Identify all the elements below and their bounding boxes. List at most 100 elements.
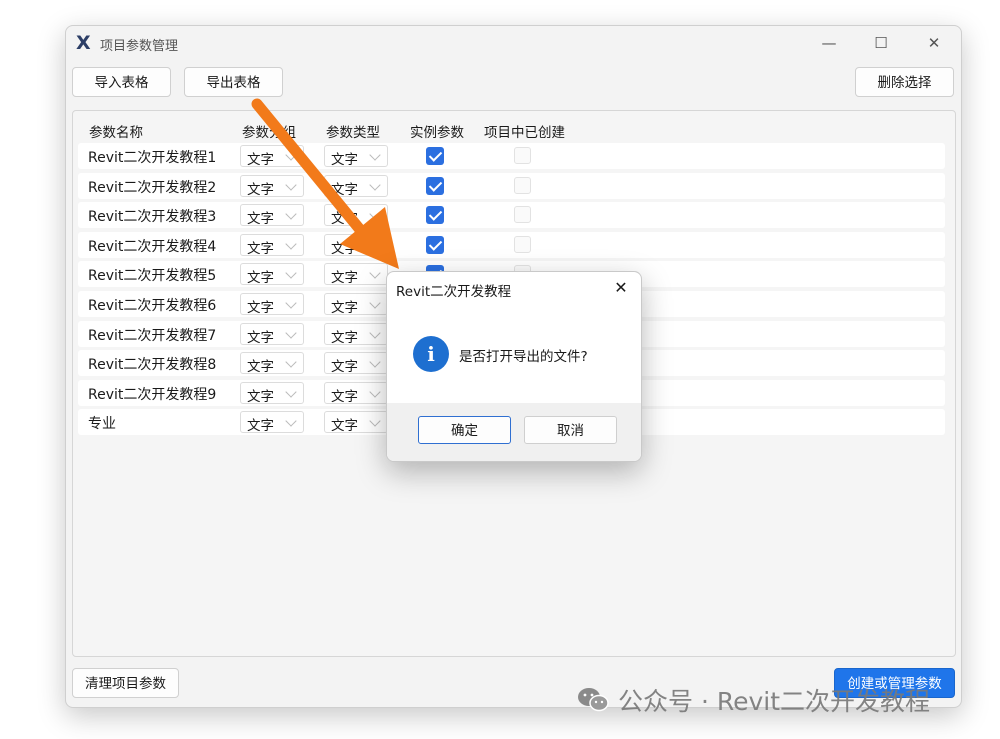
row-param-name: Revit二次开发教程9	[88, 386, 217, 403]
param-type-select[interactable]: 文字	[324, 293, 388, 316]
chevron-down-icon	[369, 267, 381, 280]
param-type-select-value: 文字	[331, 181, 358, 198]
param-type-select[interactable]: 文字	[324, 233, 388, 257]
instance-param-checkbox[interactable]	[426, 206, 444, 225]
created-in-project-checkbox	[514, 235, 531, 253]
created-in-project-checkbox	[514, 206, 531, 224]
created-in-project-checkbox	[514, 176, 531, 194]
chevron-down-icon	[369, 208, 381, 220]
param-type-select[interactable]: 文字	[324, 411, 388, 435]
maximize-icon[interactable]: ☐	[861, 30, 901, 56]
header-param-group: 参数分组	[242, 125, 296, 141]
chevron-down-icon	[285, 356, 297, 368]
param-type-select[interactable]: 文字	[324, 352, 388, 376]
chevron-down-icon	[285, 208, 297, 220]
instance-param-checkbox[interactable]	[426, 176, 444, 195]
row-param-name: Revit二次开发教程3	[88, 209, 217, 226]
row-param-name: Revit二次开发教程4	[88, 238, 217, 255]
created-in-project-checkbox	[514, 147, 531, 164]
row-param-name: Revit二次开发教程5	[88, 268, 217, 285]
app-logo-icon: X	[76, 32, 91, 54]
chevron-down-icon	[369, 326, 381, 339]
chevron-down-icon	[285, 267, 297, 280]
param-group-select[interactable]: 文字	[240, 233, 304, 257]
ok-button[interactable]: 确定	[418, 416, 511, 444]
param-group-select[interactable]: 文字	[240, 352, 304, 376]
table-row[interactable]: Revit二次开发教程2 文字 文字	[78, 172, 945, 199]
wechat-icon	[578, 688, 609, 712]
clear-project-params-button[interactable]: 清理项目参数	[72, 668, 179, 698]
instance-param-checkbox[interactable]	[426, 147, 444, 165]
table-row[interactable]: Revit二次开发教程1 文字 文字	[78, 143, 945, 169]
header-created-in-project: 项目中已创建	[484, 125, 565, 141]
chevron-down-icon	[285, 415, 297, 428]
param-group-select-value: 文字	[247, 388, 274, 405]
param-group-select[interactable]: 文字	[240, 322, 304, 346]
import-table-button[interactable]: 导入表格	[72, 67, 171, 97]
param-type-select[interactable]: 文字	[324, 263, 388, 287]
param-group-select[interactable]: 文字	[240, 204, 304, 227]
param-type-select-value: 文字	[331, 240, 358, 257]
chevron-down-icon	[369, 178, 381, 191]
chevron-down-icon	[285, 178, 297, 191]
param-type-select-value: 文字	[331, 388, 358, 405]
export-table-button[interactable]: 导出表格	[184, 67, 283, 97]
param-type-select[interactable]: 文字	[324, 174, 388, 198]
chevron-down-icon	[369, 238, 381, 250]
param-group-select[interactable]: 文字	[240, 174, 304, 198]
chevron-down-icon	[369, 386, 381, 398]
param-group-select[interactable]: 文字	[240, 293, 304, 316]
param-group-select[interactable]: 文字	[240, 145, 304, 168]
param-type-select[interactable]: 文字	[324, 322, 388, 346]
param-type-select-value: 文字	[331, 359, 358, 376]
param-type-select-value: 文字	[331, 270, 358, 287]
chevron-down-icon	[285, 238, 297, 250]
cancel-button[interactable]: 取消	[524, 416, 617, 444]
param-group-select[interactable]: 文字	[240, 263, 304, 287]
close-icon[interactable]: ✕	[914, 30, 954, 56]
chevron-down-icon	[285, 149, 297, 161]
param-type-select-value: 文字	[331, 418, 358, 435]
dialog-close-icon[interactable]: ✕	[609, 276, 633, 300]
param-group-select[interactable]: 文字	[240, 381, 304, 405]
param-type-select[interactable]: 文字	[324, 145, 388, 168]
delete-selection-button[interactable]: 删除选择	[855, 67, 954, 97]
table-row[interactable]: Revit二次开发教程4 文字 文字	[78, 231, 945, 258]
chevron-down-icon	[285, 386, 297, 398]
chevron-down-icon	[285, 297, 297, 309]
table-row[interactable]: Revit二次开发教程3 文字 文字	[78, 202, 945, 229]
watermark-text: 公众号 · Revit二次开发教程	[618, 687, 931, 716]
row-param-name: Revit二次开发教程1	[88, 150, 217, 166]
param-type-select-value: 文字	[331, 211, 358, 228]
param-group-select-value: 文字	[247, 300, 274, 316]
minimize-icon[interactable]: —	[809, 30, 849, 56]
dialog-title: Revit二次开发教程	[396, 284, 512, 300]
title-bar: X 项目参数管理 — ☐ ✕	[66, 26, 961, 60]
row-param-name: Revit二次开发教程6	[88, 298, 217, 314]
param-type-select-value: 文字	[331, 152, 358, 168]
param-type-select-value: 文字	[331, 300, 358, 316]
param-group-select-value: 文字	[247, 329, 274, 346]
param-group-select-value: 文字	[247, 270, 274, 287]
row-param-name: 专业	[88, 416, 116, 433]
dialog-message: 是否打开导出的文件?	[459, 349, 588, 365]
param-group-select-value: 文字	[247, 240, 274, 257]
param-type-select[interactable]: 文字	[324, 381, 388, 405]
param-group-select-value: 文字	[247, 181, 274, 198]
param-group-select-value: 文字	[247, 359, 274, 376]
instance-param-checkbox[interactable]	[426, 235, 444, 254]
chevron-down-icon	[369, 297, 381, 309]
row-param-name: Revit二次开发教程8	[88, 357, 217, 374]
window-title: 项目参数管理	[100, 39, 179, 54]
header-param-type: 参数类型	[326, 125, 380, 141]
param-group-select[interactable]: 文字	[240, 411, 304, 434]
confirm-dialog: Revit二次开发教程 ✕ i 是否打开导出的文件? 确定 取消	[386, 271, 642, 462]
header-param-name: 参数名称	[89, 125, 143, 141]
param-type-select[interactable]: 文字	[324, 204, 388, 228]
chevron-down-icon	[369, 149, 381, 161]
info-icon: i	[413, 336, 449, 372]
header-instance-param: 实例参数	[410, 125, 464, 141]
chevron-down-icon	[369, 356, 381, 368]
param-group-select-value: 文字	[247, 152, 274, 168]
row-param-name: Revit二次开发教程2	[88, 179, 217, 196]
